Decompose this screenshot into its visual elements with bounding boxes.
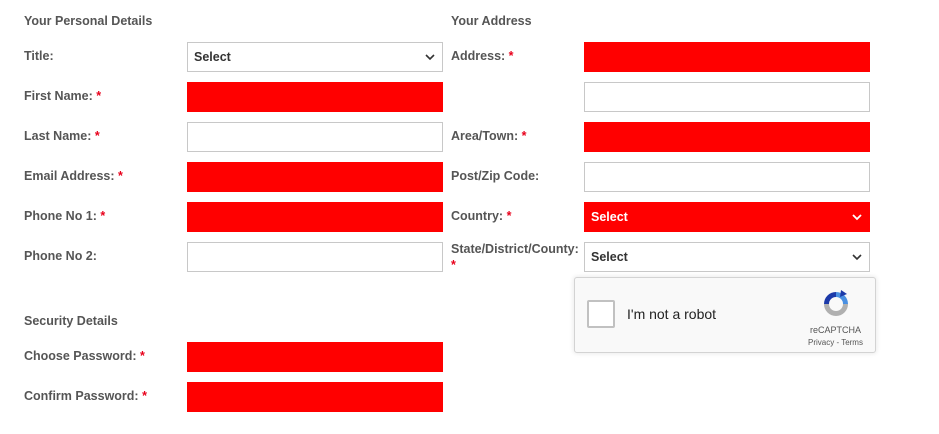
- title-select[interactable]: Select: [187, 42, 443, 72]
- first-name-input[interactable]: [187, 82, 443, 112]
- required-marker: *: [508, 49, 514, 63]
- first-name-label: First Name: *: [24, 89, 102, 103]
- country-select-value: Select: [591, 210, 628, 224]
- recaptcha-brand: reCAPTCHA: [810, 325, 862, 335]
- postcode-input[interactable]: [584, 162, 870, 192]
- address-label: Address: *: [451, 49, 514, 63]
- chevron-down-icon: [425, 54, 435, 61]
- recaptcha-logo-icon: [824, 290, 848, 316]
- phone2-input[interactable]: [187, 242, 443, 272]
- recaptcha-links[interactable]: Privacy - Terms: [808, 338, 863, 347]
- area-town-label: Area/Town: *: [451, 129, 527, 143]
- title-label: Title:: [24, 49, 54, 63]
- recaptcha-checkbox[interactable]: [587, 300, 615, 328]
- choose-password-input[interactable]: [187, 342, 443, 372]
- required-marker: *: [506, 209, 512, 223]
- email-label: Email Address: *: [24, 169, 123, 183]
- confirm-password-label: Confirm Password: *: [24, 389, 147, 403]
- required-marker: *: [94, 129, 100, 143]
- last-name-input[interactable]: [187, 122, 443, 152]
- confirm-password-input[interactable]: [187, 382, 443, 412]
- phone2-label: Phone No 2:: [24, 249, 97, 263]
- area-town-input[interactable]: [584, 122, 870, 152]
- recaptcha-widget: I'm not a robot reCAPTCHA Privacy - Term…: [574, 277, 876, 353]
- title-select-value: Select: [194, 50, 231, 64]
- required-marker: *: [521, 129, 527, 143]
- required-marker: *: [140, 349, 145, 363]
- country-select[interactable]: Select: [584, 202, 870, 232]
- state-select[interactable]: Select: [584, 242, 870, 272]
- last-name-label: Last Name: *: [24, 129, 100, 143]
- recaptcha-label: I'm not a robot: [627, 306, 717, 322]
- chevron-down-icon: [852, 214, 862, 221]
- country-label: Country: *: [451, 209, 512, 223]
- chevron-down-icon: [852, 254, 862, 261]
- choose-password-label: Choose Password: *: [24, 349, 145, 363]
- address-line1-input[interactable]: [584, 42, 870, 72]
- required-marker: *: [118, 169, 123, 183]
- address-title: Your Address: [451, 14, 532, 28]
- postcode-label: Post/Zip Code:: [451, 169, 540, 183]
- address-line2-input[interactable]: [584, 82, 870, 112]
- personal-details-title: Your Personal Details: [24, 14, 153, 28]
- security-details-title: Security Details: [24, 314, 118, 328]
- phone1-input[interactable]: [187, 202, 443, 232]
- required-marker: *: [96, 89, 102, 103]
- required-marker: *: [142, 389, 147, 403]
- required-marker: *: [451, 258, 456, 272]
- state-label: State/District/County: *: [451, 242, 579, 272]
- required-marker: *: [100, 209, 106, 223]
- phone1-label: Phone No 1: *: [24, 209, 106, 223]
- state-select-value: Select: [591, 250, 628, 264]
- email-input[interactable]: [187, 162, 443, 192]
